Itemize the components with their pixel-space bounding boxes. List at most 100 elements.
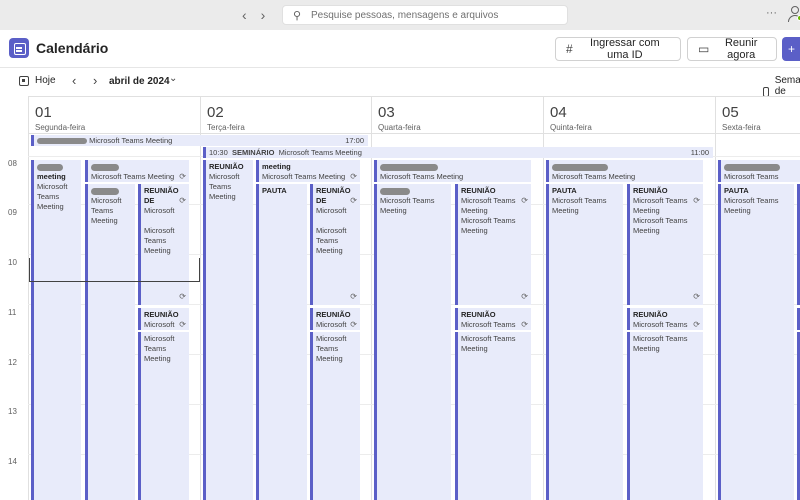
day-header-tuesday[interactable]: 02 Terça-feira xyxy=(200,96,371,134)
event-start-time: 10:30 xyxy=(209,148,228,157)
redacted-text xyxy=(37,138,87,145)
recurring-icon: ⟳ xyxy=(521,196,528,205)
calendar-event[interactable]: PAUTA Microsoft Teams Meeting xyxy=(718,184,794,500)
search-box[interactable]: ⚲ xyxy=(282,5,568,25)
event-end-time: 11:00 xyxy=(690,148,709,157)
calendar-event[interactable]: meeting Microsoft Teams Meeting xyxy=(31,160,81,500)
calendar-event[interactable]: meeting Microsoft Teams Meeting ⟳ xyxy=(256,160,360,182)
event-title: REUNIÃO xyxy=(209,162,244,171)
new-meeting-button[interactable]: + xyxy=(782,37,800,61)
more-options-icon[interactable]: ··· xyxy=(766,7,777,19)
event-location: Microsoft xyxy=(144,334,175,343)
event-location: Meeting xyxy=(209,192,236,201)
calendar-app-icon xyxy=(9,38,29,58)
day-number: 03 xyxy=(378,104,395,121)
event-location: Teams xyxy=(144,236,167,245)
event-title: PAUTA xyxy=(552,186,577,195)
selected-time-slot[interactable] xyxy=(29,258,200,282)
event-location: Teams xyxy=(316,344,339,353)
day-header-friday[interactable]: 05 Sexta-feira xyxy=(715,96,800,134)
event-location: Microsoft Teams Meeting xyxy=(278,148,362,157)
day-header-monday[interactable]: 01 Segunda-feira xyxy=(28,96,200,134)
next-week-chevron-icon[interactable]: › xyxy=(93,73,97,88)
profile-avatar-icon[interactable] xyxy=(788,6,800,22)
event-location: Meeting xyxy=(380,206,407,215)
recurring-icon: ⟳ xyxy=(693,320,700,329)
hour-label: 10 xyxy=(8,258,17,267)
join-with-id-button[interactable]: # Ingressar com uma ID xyxy=(555,37,681,61)
calendar-event[interactable]: PAUTA xyxy=(256,184,307,500)
event-location: Teams xyxy=(493,216,516,225)
event-title: REUNIÃO xyxy=(633,186,668,195)
event-location: Microsoft xyxy=(209,172,240,181)
all-day-event[interactable]: 10:30 SEMINÁRIO Microsoft Teams Meeting … xyxy=(203,147,713,158)
day-number: 01 xyxy=(35,104,52,121)
calendar-event[interactable]: REUNIÃO Microsoft Teams Meeting ⟳ Micros… xyxy=(627,184,703,305)
previous-week-chevron-icon[interactable]: ‹ xyxy=(72,73,76,88)
calendar-event[interactable]: Microsoft Teams Meeting xyxy=(138,332,189,500)
search-input[interactable] xyxy=(311,8,561,23)
redacted-text xyxy=(91,163,119,171)
calendar-event[interactable]: Microsoft Teams Meeting xyxy=(310,332,360,500)
event-location: Teams xyxy=(144,344,167,353)
event-location: Teams xyxy=(412,196,435,205)
calendar-event[interactable]: REUNIÃO DE Microsoft ⟳ Microsoft Teams M… xyxy=(310,184,360,305)
event-title: REUNIÃO xyxy=(461,310,496,319)
calendar-event[interactable]: Microsoft Teams Meeting xyxy=(374,184,451,500)
calendar-event[interactable]: PAUTA Microsoft Teams Meeting xyxy=(546,184,623,500)
calendar-event[interactable]: Microsoft Teams Meeting xyxy=(718,160,800,182)
meet-now-button[interactable]: ▭ Reunir agora xyxy=(687,37,777,61)
back-arrow-icon[interactable]: ‹ xyxy=(242,7,247,23)
calendar-toolbar: Hoje ‹ › abril de 2024 ⌄ Semana de traba… xyxy=(0,68,800,108)
all-day-event[interactable]: Microsoft Teams Meeting 17:00 xyxy=(31,135,368,146)
calendar-event[interactable]: REUNIÃO Microsoft ⟳ xyxy=(138,308,189,330)
day-header-wednesday[interactable]: 03 Quarta-feira xyxy=(371,96,543,134)
event-location: Teams xyxy=(756,196,779,205)
calendar-event[interactable]: Microsoft Teams Meeting xyxy=(374,160,531,182)
page-title: Calendário xyxy=(36,40,109,56)
event-title: PAUTA xyxy=(724,186,749,195)
calendar-event[interactable]: REUNIÃO Microsoft Teams Meeting ⟳ xyxy=(455,308,531,330)
calendar-event[interactable]: REUNIÃO Microsoft Teams Meeting xyxy=(203,160,253,500)
event-location: Microsoft xyxy=(316,334,347,343)
hour-label: 11 xyxy=(8,308,17,317)
event-title: REUNIÃO DE xyxy=(144,186,179,205)
recurring-icon: ⟳ xyxy=(350,320,357,329)
calendar-event[interactable]: REUNIÃO Microsoft Teams Meeting ⟳ Micros… xyxy=(455,184,531,305)
calendar-event[interactable]: Microsoft Teams Meeting xyxy=(546,160,703,182)
recurring-icon: ⟳ xyxy=(350,172,357,181)
today-button[interactable]: Hoje xyxy=(19,75,56,86)
recurring-icon: ⟳ xyxy=(521,292,528,301)
calendar-event[interactable]: REUNIÃO Microsoft ⟳ xyxy=(310,308,360,330)
month-label[interactable]: abril de 2024 xyxy=(109,76,170,87)
day-header-thursday[interactable]: 04 Quinta-feira xyxy=(543,96,715,134)
day-name: Sexta-feira xyxy=(722,123,761,132)
event-location: Microsoft xyxy=(144,226,175,235)
calendar-event[interactable]: Microsoft Teams Meeting xyxy=(455,332,531,500)
event-title: REUNIÃO xyxy=(144,310,179,319)
event-location: Teams xyxy=(209,182,232,191)
today-label: Hoje xyxy=(35,75,56,86)
forward-arrow-icon[interactable]: › xyxy=(261,7,266,23)
event-location: Meeting xyxy=(37,202,64,211)
calendar-event[interactable]: Microsoft Teams Meeting ⟳ xyxy=(85,160,189,182)
work-week-icon xyxy=(763,86,769,97)
redacted-text xyxy=(380,163,438,171)
event-location: Microsoft Teams Meeting xyxy=(552,172,636,181)
event-location: Microsoft xyxy=(316,320,347,329)
event-location: Teams xyxy=(316,236,339,245)
event-location: Microsoft xyxy=(316,226,347,235)
calendar-event[interactable]: REUNIÃO Microsoft Teams Meeting ⟳ xyxy=(627,308,703,330)
event-title: SEMINÁRIO xyxy=(231,148,275,157)
event-location: Microsoft Teams Meeting xyxy=(262,172,346,181)
event-title: REUNIÃO xyxy=(633,310,668,319)
event-location: Microsoft xyxy=(552,196,583,205)
chevron-down-icon[interactable]: ⌄ xyxy=(169,73,177,84)
event-location: Microsoft xyxy=(461,334,492,343)
event-location: Microsoft xyxy=(724,196,755,205)
recurring-icon: ⟳ xyxy=(179,292,186,301)
calendar-event[interactable]: Microsoft Teams Meeting xyxy=(85,184,135,500)
calendar-event[interactable]: REUNIÃO DE Microsoft ⟳ Microsoft Teams M… xyxy=(138,184,189,305)
hour-label: 08 xyxy=(8,159,17,168)
calendar-event[interactable]: Microsoft Teams Meeting xyxy=(627,332,703,500)
